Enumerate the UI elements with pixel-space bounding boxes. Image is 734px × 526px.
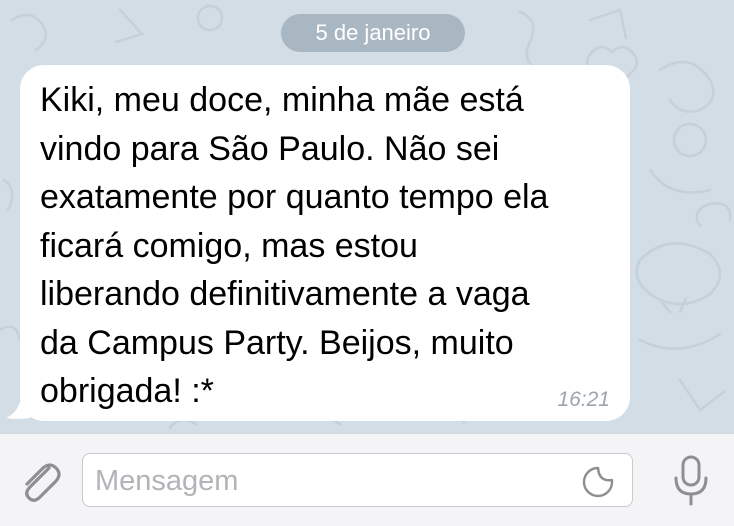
chat-area[interactable]: 5 de janeiro Kiki, meu doce, minha mãe e… <box>0 0 734 433</box>
message-input[interactable] <box>93 454 567 508</box>
sticker-icon[interactable] <box>582 466 614 498</box>
date-separator: 5 de janeiro <box>281 14 465 52</box>
paperclip-icon[interactable] <box>16 456 64 504</box>
message-field[interactable] <box>82 453 633 508</box>
microphone-icon[interactable] <box>670 454 712 506</box>
message-timestamp: 16:21 <box>557 388 610 411</box>
message-text: Kiki, meu doce, minha mãe está vindo par… <box>40 81 549 410</box>
